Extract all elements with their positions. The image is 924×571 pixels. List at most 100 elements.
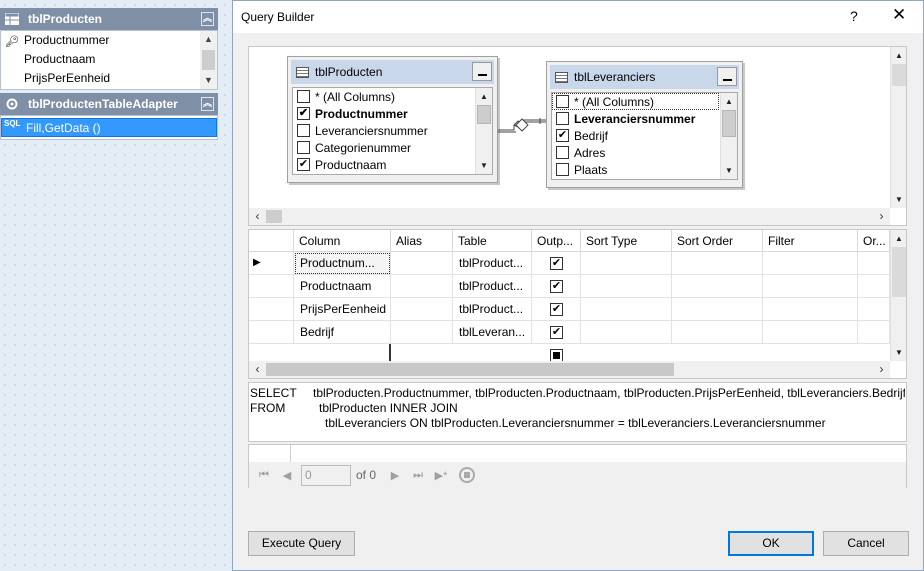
grid-cell-filter[interactable] xyxy=(763,275,858,298)
grid-cell-filter[interactable] xyxy=(763,252,858,275)
grid-cell-table[interactable]: tblProduct... xyxy=(453,275,532,298)
double-chevron-up-icon[interactable]: ︽ xyxy=(201,97,214,111)
sql-pane[interactable]: SELECT tblProducten.Productnummer, tblPr… xyxy=(248,382,907,442)
chevron-down-icon[interactable]: ▼ xyxy=(891,191,906,208)
previous-record-icon[interactable]: ◀ xyxy=(278,469,296,482)
scrollbar-thumb[interactable] xyxy=(477,105,491,124)
chevron-down-icon[interactable]: ▼ xyxy=(200,72,217,89)
table-header-tblproducten[interactable]: tblProducten ︽ xyxy=(0,8,218,30)
relationship-line[interactable] xyxy=(498,107,550,137)
diagram-vertical-scrollbar[interactable]: ▲ ▼ xyxy=(890,47,906,208)
checkbox[interactable] xyxy=(556,163,569,176)
grid-cell-or[interactable] xyxy=(858,321,890,344)
first-record-icon[interactable]: ⏮ xyxy=(255,469,273,482)
chevron-right-icon[interactable]: › xyxy=(873,208,890,225)
grid-cell-sort-order[interactable] xyxy=(672,275,763,298)
grid-cell-sort-order[interactable] xyxy=(672,321,763,344)
record-position-input[interactable]: 0 xyxy=(301,464,351,486)
column-header[interactable]: Outp... xyxy=(532,230,581,252)
grid-cell-alias[interactable] xyxy=(391,275,453,298)
diagram-table-header[interactable]: tblLeveranciers xyxy=(550,65,739,89)
chevron-up-icon[interactable]: ▲ xyxy=(721,93,737,110)
column-item[interactable]: * (All Columns) xyxy=(293,88,492,105)
chevron-left-icon[interactable]: ‹ xyxy=(249,208,266,225)
grid-cell-column[interactable]: Bedrijf xyxy=(294,321,391,344)
grid-vertical-scrollbar[interactable]: ▲ ▼ xyxy=(890,230,906,361)
checkbox[interactable]: ✔ xyxy=(297,107,310,120)
output-checkbox[interactable]: ✔ xyxy=(550,326,563,339)
chevron-down-icon[interactable]: ▼ xyxy=(891,344,906,361)
row-header[interactable] xyxy=(249,252,294,275)
column-header[interactable]: Table xyxy=(453,230,532,252)
grid-cell-alias[interactable] xyxy=(391,321,453,344)
diagram-table-header[interactable]: tblProducten xyxy=(291,60,494,84)
chevron-left-icon[interactable]: ‹ xyxy=(249,361,266,378)
grid-cell-sort-order[interactable] xyxy=(672,252,763,275)
checkbox[interactable] xyxy=(556,112,569,125)
stop-icon[interactable] xyxy=(459,467,476,483)
grid-cell-or[interactable] xyxy=(858,298,890,321)
grid-cell-or[interactable] xyxy=(858,252,890,275)
grid-cell-sort-type[interactable] xyxy=(581,321,672,344)
list-item[interactable]: 🔑︎ Productnummer xyxy=(1,31,217,50)
ok-button[interactable]: OK xyxy=(728,531,814,556)
grid-cell-table[interactable]: tblLeveran... xyxy=(453,321,532,344)
grid-cell-sort-type[interactable] xyxy=(581,275,672,298)
column-header[interactable]: Column xyxy=(294,230,391,252)
row-header[interactable] xyxy=(249,275,294,298)
help-icon[interactable]: ? xyxy=(850,8,858,24)
checkbox[interactable] xyxy=(297,141,310,154)
grid-cell-alias[interactable] xyxy=(391,252,453,275)
column-item[interactable]: Categorienummer xyxy=(293,139,492,156)
grid-cell-alias[interactable] xyxy=(391,298,453,321)
grid-horizontal-scrollbar[interactable]: ‹ › xyxy=(249,361,890,378)
column-item[interactable]: Leveranciersnummer xyxy=(293,122,492,139)
checkbox[interactable] xyxy=(297,124,310,137)
diagram-table-tblproducten[interactable]: tblProducten * (All Columns) ✔ Productnum… xyxy=(287,56,498,183)
grid-cell-sort-type[interactable] xyxy=(581,298,672,321)
column-header[interactable]: Sort Type xyxy=(581,230,672,252)
column-item[interactable]: Adres xyxy=(552,144,737,161)
scrollbar-thumb[interactable] xyxy=(266,363,674,376)
checkbox[interactable] xyxy=(556,95,569,108)
vertical-scrollbar[interactable]: ▲ ▼ xyxy=(720,93,737,179)
last-record-icon[interactable]: ⏭ xyxy=(409,469,427,482)
checkbox[interactable]: ✔ xyxy=(556,129,569,142)
row-header[interactable] xyxy=(249,298,294,321)
chevron-right-icon[interactable]: › xyxy=(873,361,890,378)
scrollbar-thumb[interactable] xyxy=(892,247,906,297)
scrollbar-thumb[interactable] xyxy=(202,50,215,70)
diagram-horizontal-scrollbar[interactable]: ‹ › xyxy=(249,208,890,225)
close-icon[interactable]: ✕ xyxy=(892,6,906,23)
chevron-down-icon[interactable]: ▼ xyxy=(476,157,492,174)
vertical-scrollbar[interactable]: ▲ ▼ xyxy=(475,88,492,174)
chevron-down-icon[interactable]: ▼ xyxy=(721,162,737,179)
grid-cell-sort-order[interactable] xyxy=(672,298,763,321)
cancel-button[interactable]: Cancel xyxy=(823,531,909,556)
column-item[interactable]: ✔ Productnaam xyxy=(293,156,492,173)
grid-cell-or[interactable] xyxy=(858,275,890,298)
column-header[interactable]: Filter xyxy=(763,230,858,252)
chevron-up-icon[interactable]: ▲ xyxy=(891,47,906,64)
adapter-method-item[interactable]: SQL Fill,GetData () xyxy=(1,118,217,137)
next-record-icon[interactable]: ▶ xyxy=(386,469,404,482)
column-item[interactable]: ✔ Bedrijf xyxy=(552,127,737,144)
checkbox[interactable]: ✔ xyxy=(297,158,310,171)
column-header[interactable]: Sort Order xyxy=(672,230,763,252)
list-item[interactable]: PrijsPerEenheid xyxy=(1,69,217,88)
minimize-button[interactable] xyxy=(717,67,737,86)
grid-cell-column[interactable]: Productnum... xyxy=(294,252,391,275)
column-item[interactable]: Plaats xyxy=(552,161,737,178)
column-header[interactable]: Or... xyxy=(858,230,890,252)
column-header[interactable]: Alias xyxy=(391,230,453,252)
output-checkbox[interactable]: ✔ xyxy=(550,280,563,293)
column-item[interactable]: Leveranciersnummer xyxy=(552,110,737,127)
grid-cell-column[interactable]: Productnaam xyxy=(294,275,391,298)
column-item[interactable]: * (All Columns) xyxy=(552,93,719,110)
scrollbar-thumb[interactable] xyxy=(892,64,906,86)
checkbox[interactable] xyxy=(297,90,310,103)
double-chevron-up-icon[interactable]: ︽ xyxy=(201,12,214,26)
grid-cell-filter[interactable] xyxy=(763,298,858,321)
scrollbar-thumb[interactable] xyxy=(266,210,282,223)
new-record-icon[interactable]: ▶* xyxy=(432,469,450,482)
